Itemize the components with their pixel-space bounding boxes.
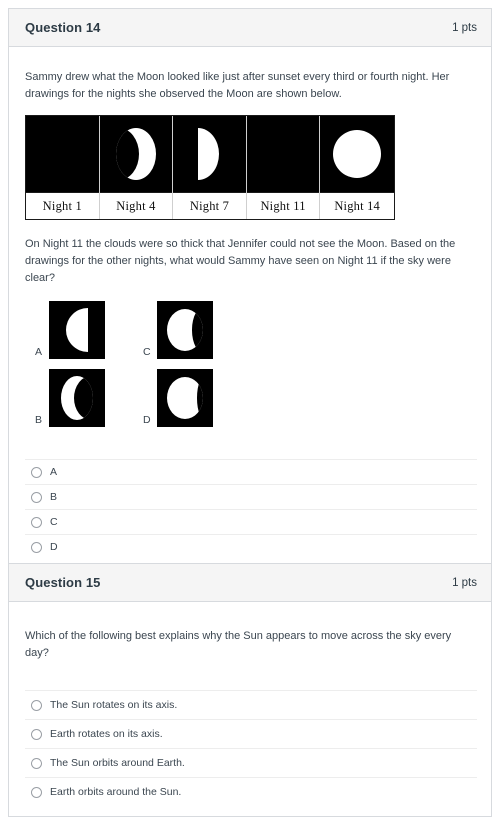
unknown-moon-icon [246,116,320,192]
night-label: Night 1 [26,192,99,219]
night-cell: Night 14 [320,116,394,219]
question-14-header: Question 14 1 pts [9,9,491,47]
question-card-14: Question 14 1 pts Sammy drew what the Mo… [8,8,492,570]
question-14-answers: A B C D [25,459,477,569]
image-choice-letter: B [35,414,43,426]
night-label: Night 11 [246,192,320,219]
question-14-title: Question 14 [25,20,101,35]
image-choice-letter: D [143,414,151,426]
radio-icon[interactable] [31,491,42,503]
radio-icon[interactable] [31,699,42,711]
answer-option-earth-rotates[interactable]: Earth rotates on its axis. [25,719,477,748]
image-choice-c: C [143,301,213,359]
night-label: Night 14 [320,192,394,219]
image-choice-d: D [143,369,213,427]
question-15-body: Which of the following best explains why… [9,602,491,816]
new-moon-icon [26,116,99,192]
crescent-moon-left-lit-icon [49,369,105,427]
image-choices-grid: A B C D [25,301,477,441]
half-moon-left-lit-icon [49,301,105,359]
answer-label: Earth rotates on its axis. [50,728,163,740]
answer-option-c[interactable]: C [25,509,477,534]
answer-option-d[interactable]: D [25,534,477,559]
radio-icon[interactable] [31,728,42,740]
radio-icon[interactable] [31,786,42,798]
image-choice-a: A [35,301,105,359]
answer-label: The Sun rotates on its axis. [50,699,178,711]
first-quarter-moon-icon [173,116,246,192]
answer-option-sun-rotates[interactable]: The Sun rotates on its axis. [25,690,477,719]
quiz-page: Question 14 1 pts Sammy drew what the Mo… [0,0,500,817]
question-15-header: Question 15 1 pts [9,564,491,602]
night-cell: Night 11 [246,116,321,219]
moon-phase-night-strip: Night 1 Night 4 Night 7 Night 11 Night 1… [25,115,395,220]
night-cell: Night 1 [26,116,100,219]
answer-option-b[interactable]: B [25,484,477,509]
waxing-crescent-moon-icon [99,116,173,192]
question-15-title: Question 15 [25,575,101,590]
answer-option-a[interactable]: A [25,459,477,484]
night-cell: Night 7 [173,116,247,219]
answer-label: C [50,516,58,528]
night-label: Night 7 [173,192,246,219]
question-14-prompt-2: On Night 11 the clouds were so thick tha… [25,238,456,284]
image-choice-b: B [35,369,105,427]
answer-option-earth-orbits-sun[interactable]: Earth orbits around the Sun. [25,777,477,806]
radio-icon[interactable] [31,516,42,528]
full-moon-icon [320,116,394,192]
answer-label: D [50,541,58,553]
image-choice-letter: A [35,346,43,358]
question-card-15: Question 15 1 pts Which of the following… [8,563,492,817]
answer-label: B [50,491,58,503]
question-15-prompt: Which of the following best explains why… [25,630,452,659]
gibbous-moon-left-lit-icon [157,301,213,359]
radio-icon[interactable] [31,757,42,769]
answer-label: The Sun orbits around Earth. [50,757,185,769]
image-choice-letter: C [143,346,151,358]
answer-label: Earth orbits around the Sun. [50,786,182,798]
question-15-answers: The Sun rotates on its axis. Earth rotat… [25,690,477,816]
question-15-points: 1 pts [452,576,477,589]
question-14-prompt-1: Sammy drew what the Moon looked like jus… [25,71,450,100]
question-14-points: 1 pts [452,21,477,34]
night-cell: Night 4 [99,116,174,219]
question-14-body: Sammy drew what the Moon looked like jus… [9,47,491,569]
answer-label: A [50,466,58,478]
radio-icon[interactable] [31,466,42,478]
answer-option-sun-orbits-earth[interactable]: The Sun orbits around Earth. [25,748,477,777]
radio-icon[interactable] [31,541,42,553]
night-label: Night 4 [99,192,173,219]
gibbous-moon-left-lit-fuller-icon [157,369,213,427]
